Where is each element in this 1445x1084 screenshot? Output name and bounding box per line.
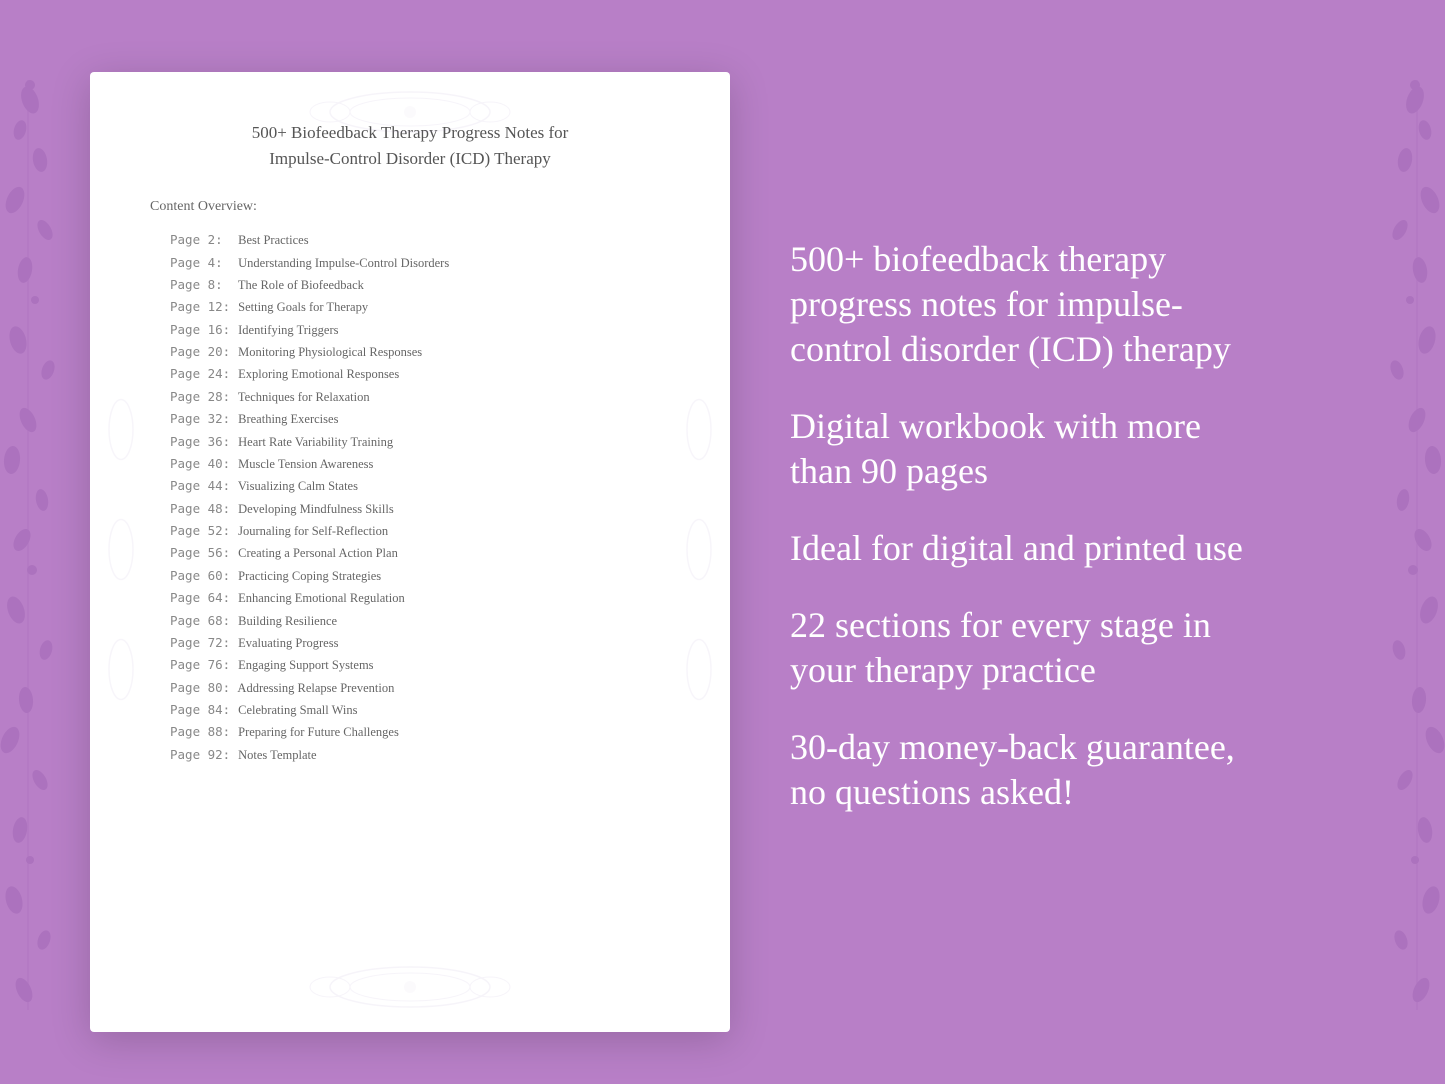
feature-3: Ideal for digital and printed use xyxy=(790,526,1270,571)
toc-item: Page 24: Exploring Emotional Responses xyxy=(150,363,670,385)
features-panel: 500+ biofeedback therapy progress notes … xyxy=(790,237,1270,847)
toc-item: Page 2: Best Practices xyxy=(150,229,670,251)
document-header: 500+ Biofeedback Therapy Progress Notes … xyxy=(150,120,670,171)
doc-watermark-bottom xyxy=(90,957,730,1022)
feature-3-text: Ideal for digital and printed use xyxy=(790,526,1270,571)
toc-item: Page 68: Building Resilience xyxy=(150,609,670,631)
feature-5-text: 30-day money-back guarantee, no question… xyxy=(790,725,1270,815)
document-panel: 500+ Biofeedback Therapy Progress Notes … xyxy=(90,72,730,1032)
toc-item: Page 72: Evaluating Progress xyxy=(150,632,670,654)
toc-item: Page 32: Breathing Exercises xyxy=(150,408,670,430)
toc-item: Page 12: Setting Goals for Therapy xyxy=(150,296,670,318)
doc-watermark-right xyxy=(674,350,724,755)
toc-item: Page 60: Practicing Coping Strategies xyxy=(150,565,670,587)
feature-2-text: Digital workbook with more than 90 pages xyxy=(790,404,1270,494)
toc-item: Page 80: Addressing Relapse Prevention xyxy=(150,677,670,699)
feature-1: 500+ biofeedback therapy progress notes … xyxy=(790,237,1270,372)
feature-1-text: 500+ biofeedback therapy progress notes … xyxy=(790,237,1270,372)
content-overview-label: Content Overview: xyxy=(150,199,670,215)
toc-item: Page 88: Preparing for Future Challenges xyxy=(150,721,670,743)
title-line2: Impulse-Control Disorder (ICD) Therapy xyxy=(269,149,551,168)
toc-item: Page 40: Muscle Tension Awareness xyxy=(150,453,670,475)
feature-5: 30-day money-back guarantee, no question… xyxy=(790,725,1270,815)
toc-item: Page 20: Monitoring Physiological Respon… xyxy=(150,341,670,363)
toc-item: Page 76: Engaging Support Systems xyxy=(150,654,670,676)
doc-watermark-left xyxy=(96,350,146,755)
toc-item: Page 92: Notes Template xyxy=(150,744,670,766)
document-title: 500+ Biofeedback Therapy Progress Notes … xyxy=(150,120,670,171)
toc-item: Page 16: Identifying Triggers xyxy=(150,319,670,341)
toc-item: Page 56: Creating a Personal Action Plan xyxy=(150,542,670,564)
title-line1: 500+ Biofeedback Therapy Progress Notes … xyxy=(252,123,569,142)
toc-item: Page 52: Journaling for Self-Reflection xyxy=(150,520,670,542)
toc-item: Page 28: Techniques for Relaxation xyxy=(150,386,670,408)
toc-item: Page 36: Heart Rate Variability Training xyxy=(150,430,670,452)
toc-item: Page 64: Enhancing Emotional Regulation xyxy=(150,587,670,609)
toc-item: Page 84: Celebrating Small Wins xyxy=(150,699,670,721)
toc-item: Page 48: Developing Mindfulness Skills xyxy=(150,498,670,520)
feature-4: 22 sections for every stage in your ther… xyxy=(790,603,1270,693)
toc-item: Page 44: Visualizing Calm States xyxy=(150,475,670,497)
table-of-contents: Page 2: Best PracticesPage 4: Understand… xyxy=(150,229,670,766)
toc-item: Page 8: The Role of Biofeedback xyxy=(150,274,670,296)
feature-2: Digital workbook with more than 90 pages xyxy=(790,404,1270,494)
feature-4-text: 22 sections for every stage in your ther… xyxy=(790,603,1270,693)
toc-item: Page 4: Understanding Impulse-Control Di… xyxy=(150,251,670,273)
